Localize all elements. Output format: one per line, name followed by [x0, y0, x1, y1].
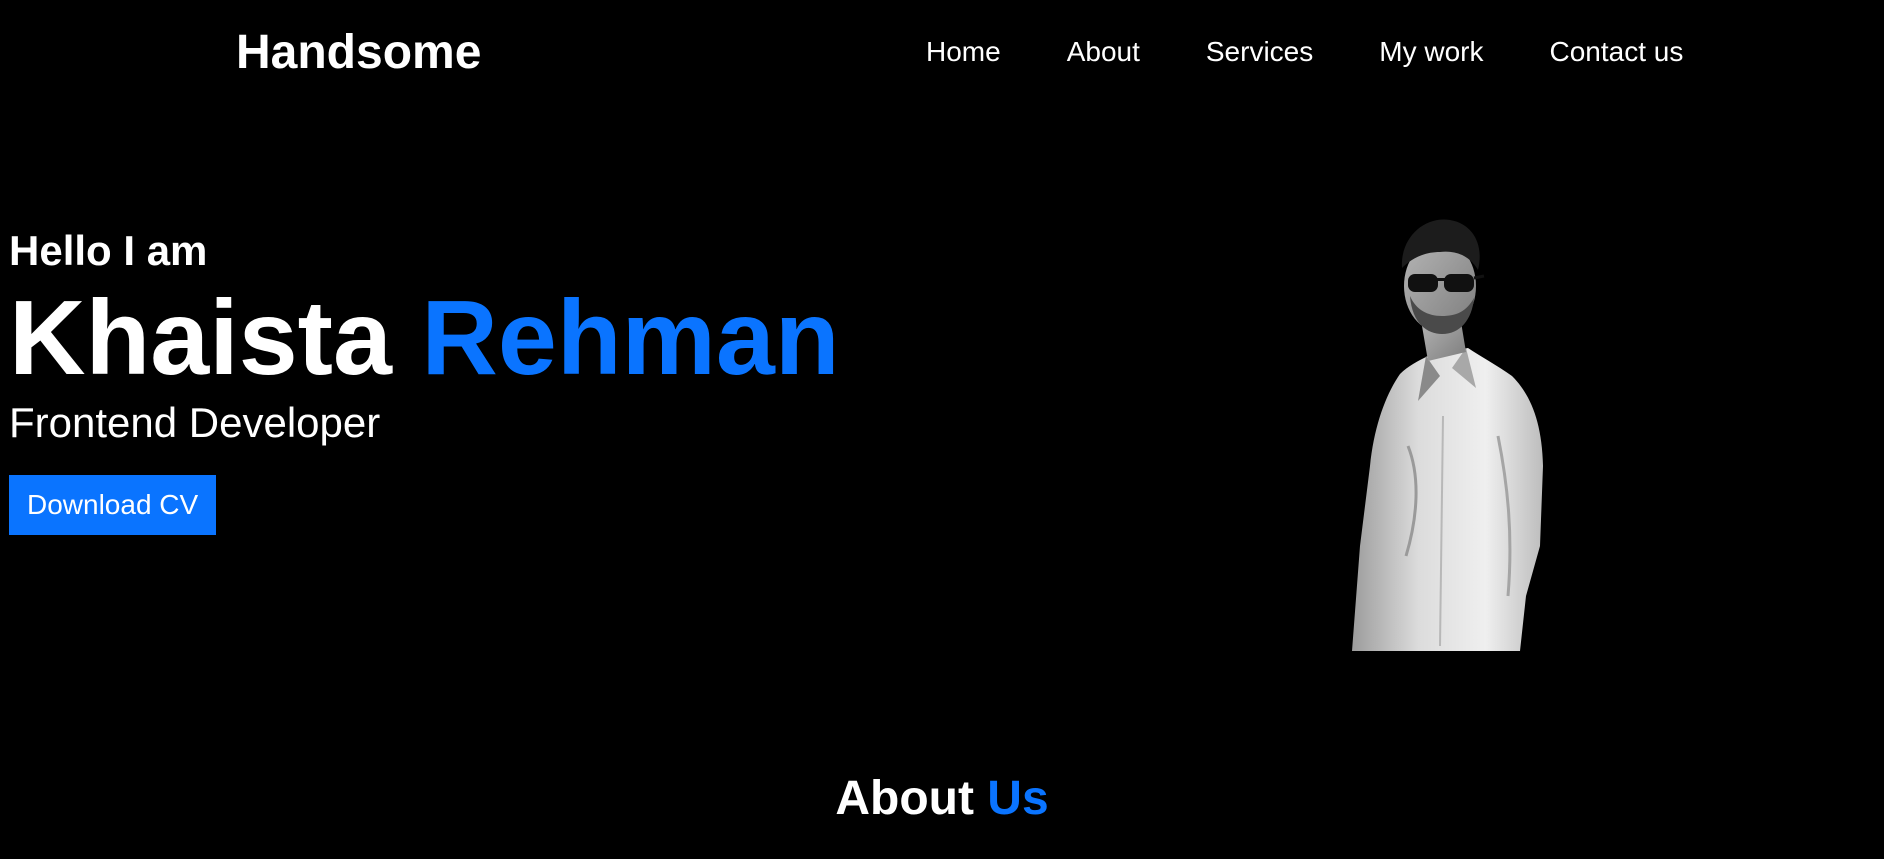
- nav-link-contact-us[interactable]: Contact us: [1549, 34, 1683, 70]
- nav-link-services[interactable]: Services: [1206, 34, 1313, 70]
- main-nav: Home About Services My work Contact us: [926, 34, 1683, 70]
- nav-link-home[interactable]: Home: [926, 34, 1001, 70]
- hero-greeting: Hello I am: [9, 227, 208, 274]
- nav-link-my-work[interactable]: My work: [1379, 34, 1483, 70]
- about-heading-accent: Us: [987, 772, 1049, 825]
- download-cv-button[interactable]: Download CV: [9, 475, 217, 535]
- about-heading: About Us: [0, 770, 1884, 828]
- hero-last-name: Rehman: [421, 279, 840, 397]
- hero-role: Frontend Developer: [9, 399, 381, 446]
- hero-section: Hello I am Khaista Rehman Frontend Devel…: [9, 223, 840, 535]
- site-logo[interactable]: Handsome: [236, 24, 481, 82]
- about-heading-main: About: [835, 772, 974, 825]
- hero-name: Khaista Rehman: [9, 279, 840, 397]
- profile-photo: [1352, 219, 1543, 651]
- page: Handsome Home About Services My work Con…: [0, 0, 1884, 859]
- nav-link-about[interactable]: About: [1067, 34, 1140, 70]
- hero-first-name: Khaista: [9, 279, 392, 397]
